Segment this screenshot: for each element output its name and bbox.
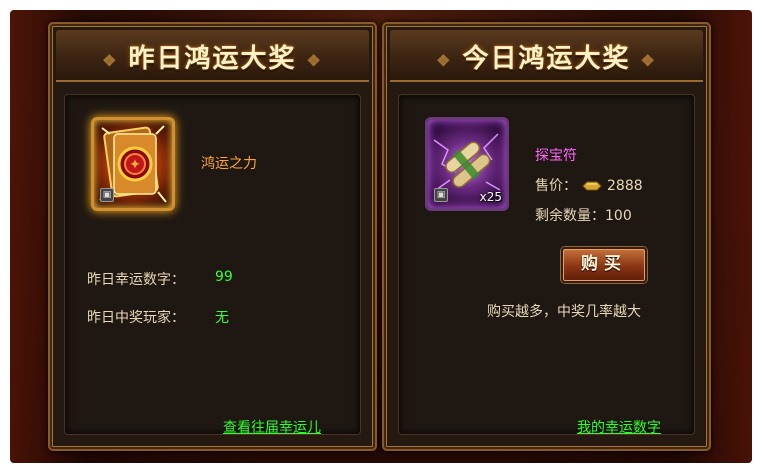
lock-icon: ▣ bbox=[100, 188, 114, 202]
ornament-icon: ❖ bbox=[306, 50, 323, 70]
remaining-label: 剩余数量： bbox=[535, 208, 605, 224]
price-label: 售价： bbox=[535, 178, 577, 194]
buy-button[interactable]: 购买 bbox=[561, 247, 647, 283]
price-value: 2888 bbox=[607, 178, 643, 194]
panel-content: ▣ x25 探宝符 售价： 2888 剩余数量：100 购买 购买越多，中奖几率… bbox=[398, 94, 695, 437]
winner-label: 昨日中奖玩家： bbox=[87, 310, 185, 326]
panel-content: ✦ ▣ 鸿运之力 昨日幸运数字： 99 昨日中奖玩家： 无 查看往届幸运儿 bbox=[64, 94, 361, 437]
panel-title-today: 今日鸿运大奖 bbox=[462, 44, 631, 74]
panel-title-bar: ❖ 昨日鸿运大奖 ❖ bbox=[56, 30, 369, 82]
ornament-icon: ❖ bbox=[640, 50, 657, 70]
history-winners-link[interactable]: 查看往届幸运儿 bbox=[223, 417, 321, 437]
panel-title-bar: ❖ 今日鸿运大奖 ❖ bbox=[390, 30, 703, 82]
lucky-number-value: 99 bbox=[215, 269, 233, 285]
ornament-icon: ❖ bbox=[436, 50, 453, 70]
remaining-value: 100 bbox=[605, 208, 632, 224]
lucky-number-label: 昨日幸运数字： bbox=[87, 272, 185, 288]
prize-item-name: 探宝符 bbox=[535, 148, 577, 164]
prize-item-slot[interactable]: ✦ ▣ bbox=[91, 117, 175, 211]
panel-title-yesterday: 昨日鸿运大奖 bbox=[128, 44, 297, 74]
item-quantity: x25 bbox=[479, 190, 502, 204]
prize-item-name: 鸿运之力 bbox=[201, 156, 257, 172]
winner-value: 无 bbox=[215, 310, 229, 326]
today-prize-panel: ❖ 今日鸿运大奖 ❖ ▣ x25 探宝符 售价： 2888 剩余数量：100 购… bbox=[382, 22, 711, 451]
remaining-row: 剩余数量：100 bbox=[535, 205, 632, 225]
lock-icon: ▣ bbox=[434, 188, 448, 202]
my-lucky-numbers-link[interactable]: 我的幸运数字 bbox=[577, 417, 661, 437]
prize-item-slot[interactable]: ▣ x25 bbox=[425, 117, 509, 211]
yesterday-prize-panel: ❖ 昨日鸿运大奖 ❖ ✦ ▣ 鸿运之力 昨日幸运数字： 99 昨日中奖玩家： 无 查… bbox=[48, 22, 377, 451]
buy-hint-text: 购买越多，中奖几率越大 bbox=[487, 304, 641, 320]
gold-ingot-icon bbox=[582, 181, 602, 191]
ornament-icon: ❖ bbox=[102, 50, 119, 70]
svg-text:✦: ✦ bbox=[129, 157, 141, 173]
price-row: 售价： 2888 bbox=[535, 175, 643, 195]
